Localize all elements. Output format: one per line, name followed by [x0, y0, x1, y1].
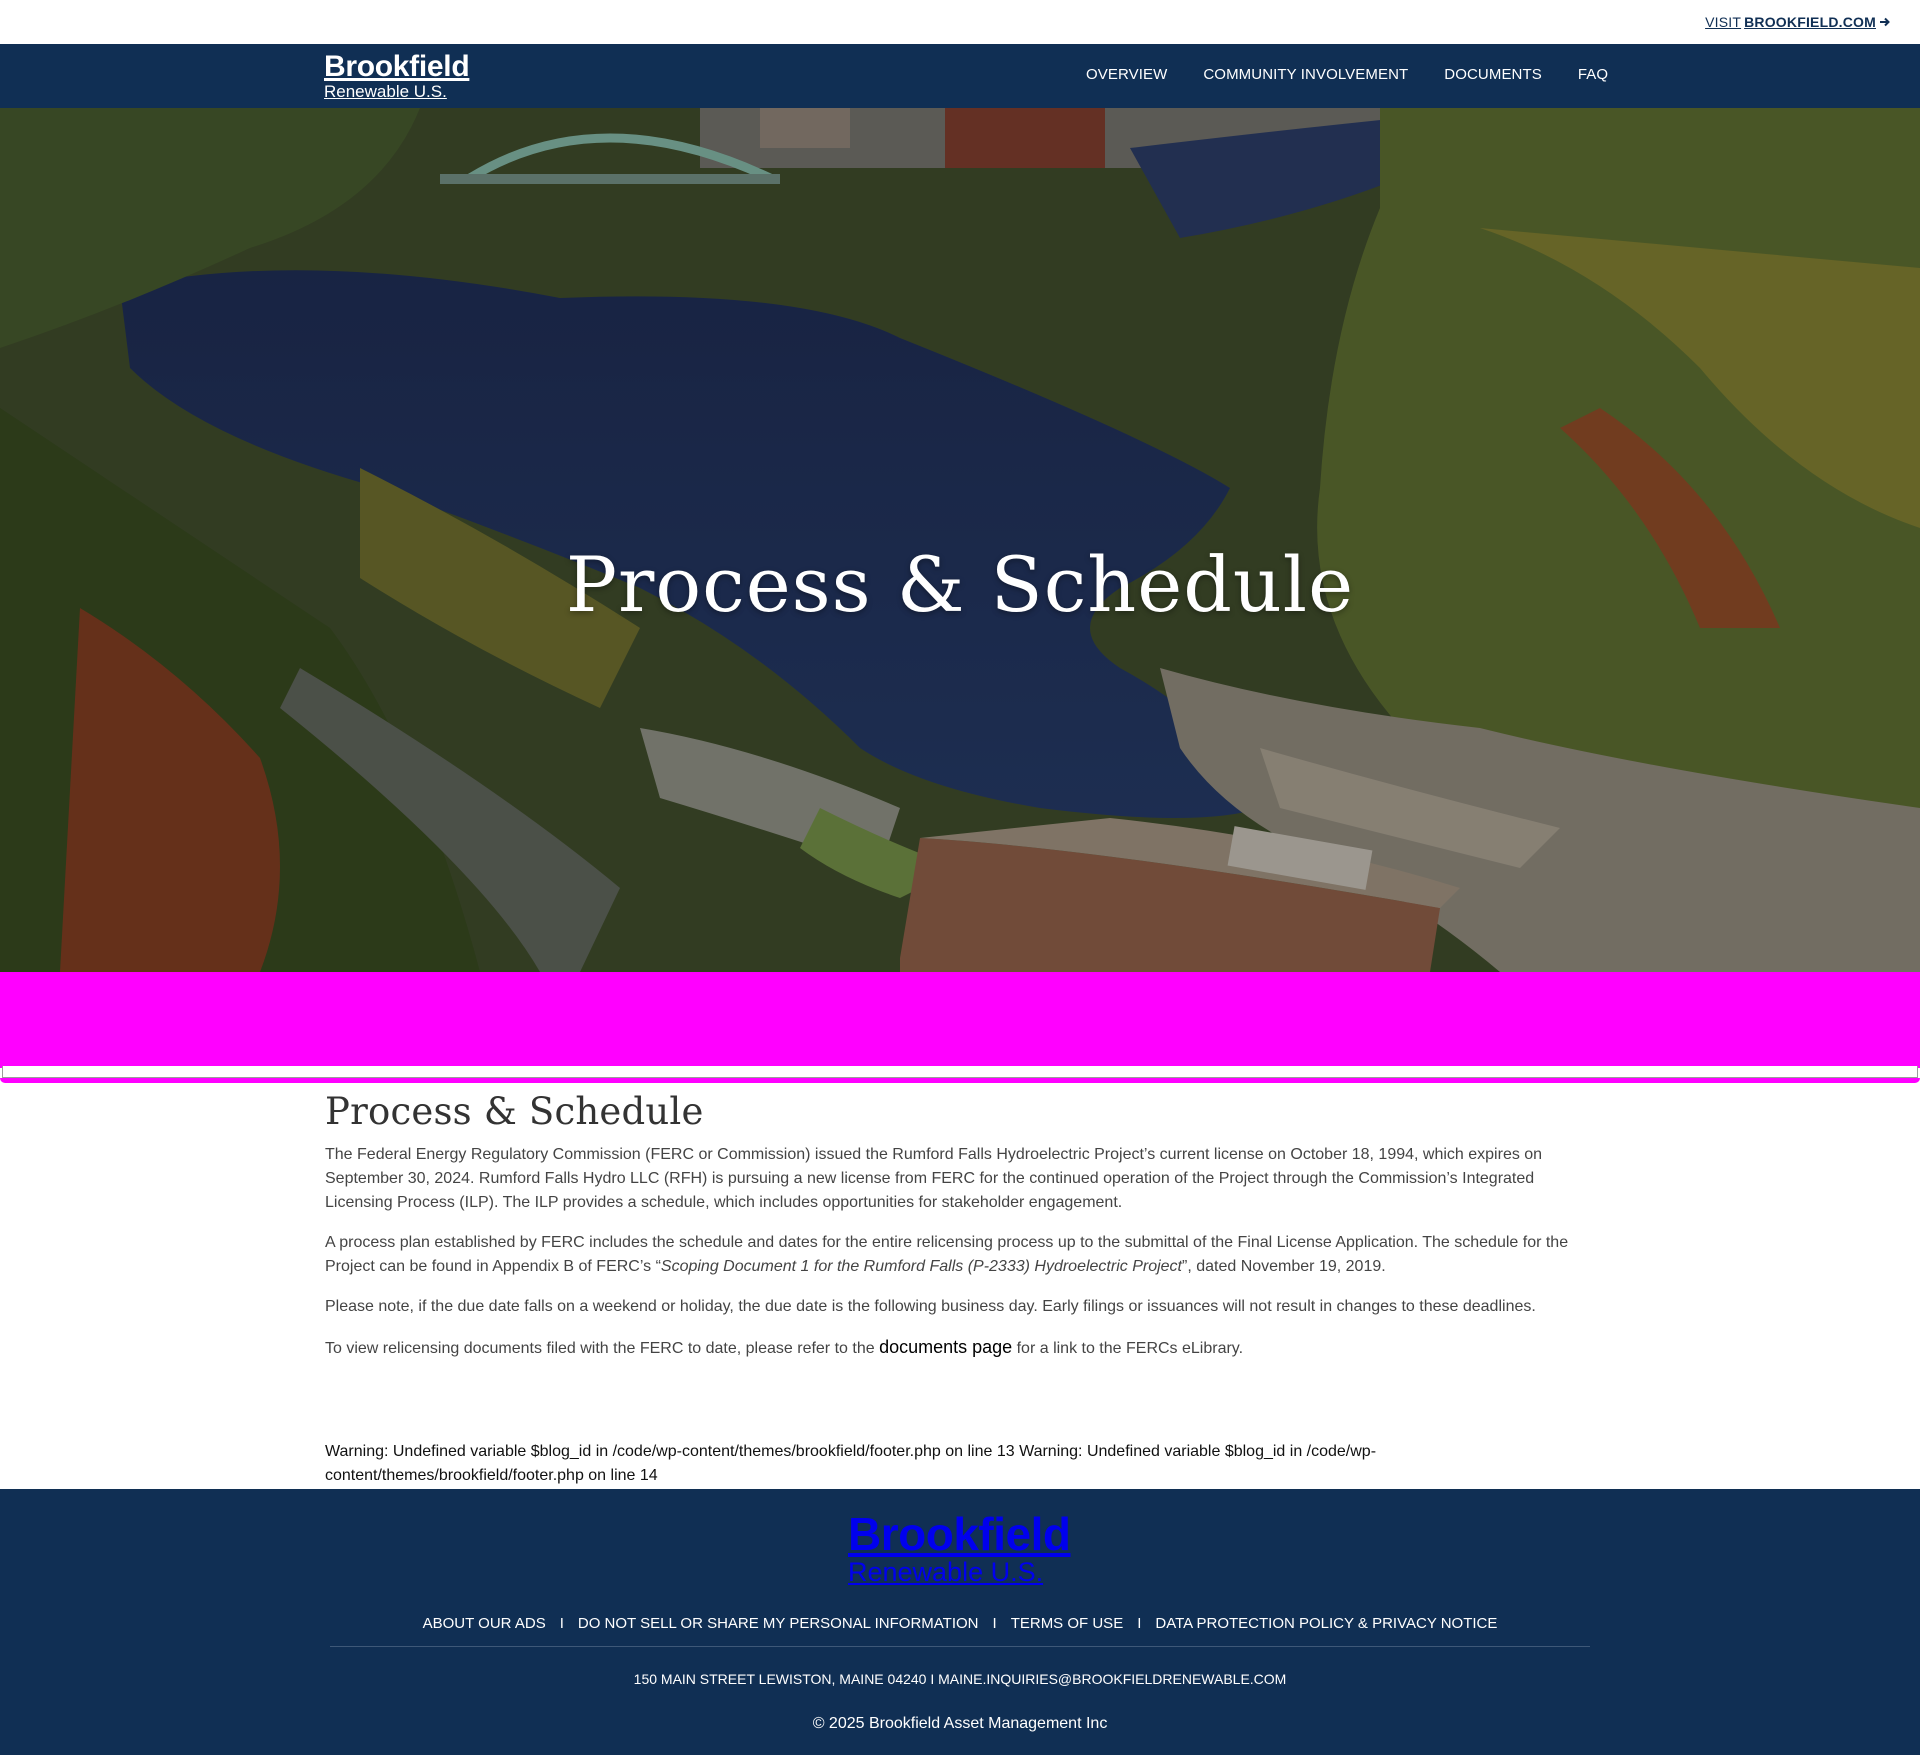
arrow-right-icon [1880, 17, 1890, 27]
hero-title: Process & Schedule [565, 540, 1355, 629]
top-utility-bar: VISIT BROOKFIELD.COM [0, 0, 1920, 44]
footer-links: ABOUT OUR ADS I DO NOT SELL OR SHARE MY PE… [0, 1615, 1920, 1632]
documents-page-link[interactable]: documents page [879, 1337, 1012, 1357]
brand-name: Brookfield [324, 50, 470, 83]
visit-link-domain: BROOKFIELD.COM [1744, 14, 1876, 30]
brand-logo[interactable]: Brookfield Renewable U.S. [324, 50, 470, 101]
footer-address: 150 MAIN STREET LEWISTON, MAINE 04240 [633, 1671, 927, 1687]
footer-link-terms[interactable]: TERMS OF USE [1011, 1615, 1124, 1632]
paragraph-process-plan-end: ”, dated November 19, 2019. [1182, 1258, 1386, 1275]
footer-brand-name: Brookfield [848, 1508, 1071, 1560]
hero-banner: Process & Schedule [0, 108, 1920, 972]
paragraph-due-date-note: Please note, if the due date falls on a … [325, 1298, 1536, 1315]
main-navbar: Brookfield Renewable U.S. OVERVIEW COMMU… [0, 44, 1920, 108]
nav-item-community-involvement[interactable]: COMMUNITY INVOLVEMENT [1203, 66, 1408, 83]
php-warning-message: Warning: Undefined variable $blog_id in … [325, 1443, 1377, 1484]
ad-placeholder-band [0, 972, 1920, 1083]
footer-separator: I [559, 1615, 564, 1632]
main-content: Process & Schedule The Federal Energy Re… [325, 1090, 1575, 1377]
footer-link-about-ads[interactable]: ABOUT OUR ADS [423, 1615, 546, 1632]
footer-email-link[interactable]: MAINE.INQUIRIES@BROOKFIELDRENEWABLE.COM [938, 1671, 1286, 1687]
footer-copyright: © 2025 Brookfield Asset Management Inc [812, 1715, 1108, 1732]
paragraph-documents-end: for a link to the FERCs eLibrary. [1012, 1340, 1244, 1357]
nav-item-overview[interactable]: OVERVIEW [1086, 66, 1167, 83]
site-footer: Brookfield Renewable U.S. ABOUT OUR ADS I… [0, 1489, 1920, 1755]
footer-address-separator: I [926, 1671, 939, 1687]
visit-link-prefix: VISIT [1705, 14, 1742, 30]
nav-item-faq[interactable]: FAQ [1578, 66, 1608, 83]
footer-address-line: 150 MAIN STREET LEWISTON, MAINE 04240 I … [0, 1671, 1920, 1687]
footer-separator: I [992, 1615, 997, 1632]
footer-divider [330, 1646, 1590, 1647]
paragraph-documents-start: To view relicensing documents filed with… [325, 1340, 880, 1357]
ad-frame-bottom [0, 1078, 1920, 1083]
brand-sub: Renewable U.S. [324, 82, 447, 101]
footer-brand-sub: Renewable U.S. [848, 1557, 1044, 1587]
paragraph-ferc-license: The Federal Energy Regulatory Commission… [325, 1146, 1543, 1211]
footer-separator: I [1137, 1615, 1142, 1632]
footer-link-do-not-sell[interactable]: DO NOT SELL OR SHARE MY PERSONAL INFORMA… [578, 1615, 979, 1632]
primary-nav: OVERVIEW COMMUNITY INVOLVEMENT DOCUMENTS… [1086, 66, 1608, 83]
ad-frame [2, 1066, 1918, 1078]
paragraph-documents-ref: To view relicensing documents filed with… [325, 1335, 1575, 1361]
visit-brookfield-link[interactable]: VISIT BROOKFIELD.COM [1705, 14, 1891, 30]
paragraph-process-plan: A process plan established by FERC inclu… [325, 1231, 1575, 1279]
footer-logo[interactable]: Brookfield Renewable U.S. [848, 1508, 1071, 1587]
footer-link-privacy[interactable]: DATA PROTECTION POLICY & PRIVACY NOTICE [1155, 1615, 1497, 1632]
nav-item-documents[interactable]: DOCUMENTS [1444, 66, 1542, 83]
scoping-document-title: Scoping Document 1 for the Rumford Falls… [660, 1258, 1182, 1275]
page-title: Process & Schedule [325, 1090, 704, 1133]
